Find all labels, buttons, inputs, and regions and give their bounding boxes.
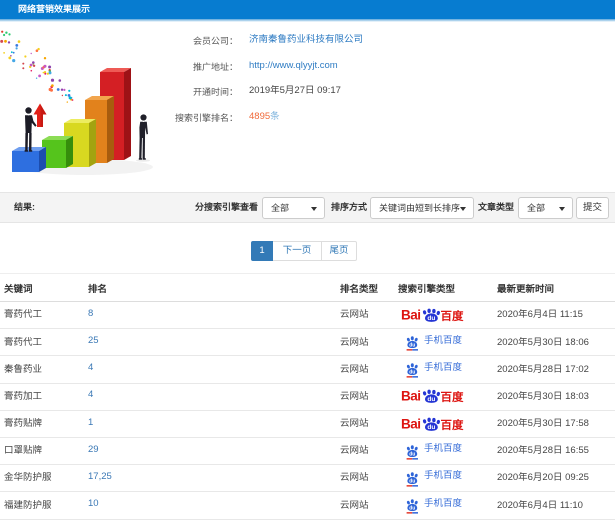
svg-text:Bai: Bai bbox=[401, 416, 421, 431]
svg-text:du: du bbox=[409, 506, 415, 512]
svg-text:du: du bbox=[409, 451, 415, 457]
svg-text:Bai: Bai bbox=[401, 389, 421, 404]
svg-text:du: du bbox=[409, 370, 415, 376]
svg-text:du: du bbox=[427, 315, 435, 322]
svg-text:du: du bbox=[427, 397, 435, 404]
svg-text:du: du bbox=[409, 343, 415, 349]
svg-text:百度: 百度 bbox=[441, 391, 464, 404]
svg-text:百度: 百度 bbox=[441, 419, 464, 432]
svg-text:du: du bbox=[427, 424, 435, 431]
svg-text:Bai: Bai bbox=[401, 307, 421, 322]
svg-text:百度: 百度 bbox=[441, 310, 464, 323]
svg-text:du: du bbox=[409, 479, 415, 485]
